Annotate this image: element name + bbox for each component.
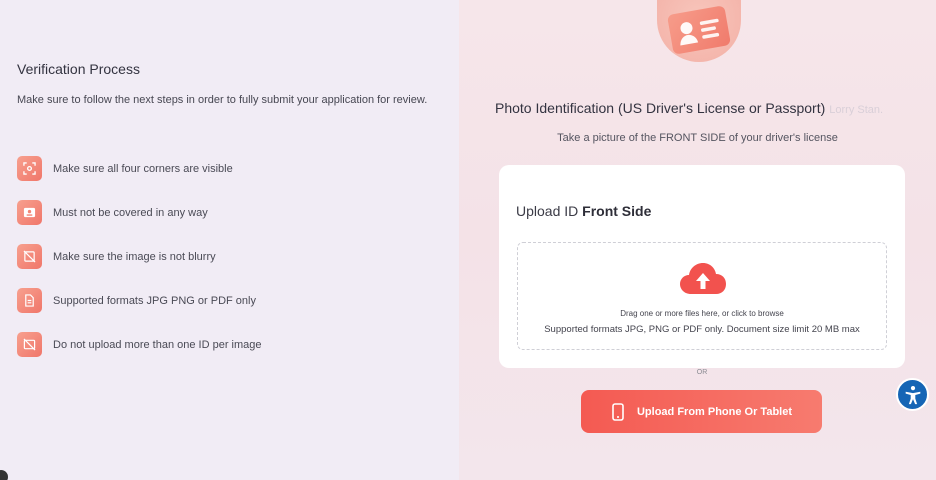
- accessibility-icon: [905, 385, 920, 404]
- phone-icon: [612, 402, 624, 421]
- upload-title-bold: Front Side: [582, 203, 652, 219]
- accessibility-button[interactable]: [896, 378, 929, 411]
- list-item: Make sure the image is not blurry: [17, 244, 262, 269]
- list-item: Supported formats JPG PNG or PDF only: [17, 288, 262, 313]
- step-label: Make sure all four corners are visible: [53, 162, 233, 175]
- dropzone-instruction: Drag one or more files here, or click to…: [620, 309, 784, 318]
- step-label: Supported formats JPG PNG or PDF only: [53, 294, 256, 307]
- file-icon: [17, 288, 42, 313]
- or-divider: OR: [696, 369, 708, 376]
- card-icon: [17, 200, 42, 225]
- step-label: Must not be covered in any way: [53, 206, 208, 219]
- step-label: Make sure the image is not blurry: [53, 250, 216, 263]
- photo-title-main: Photo Identification (US Driver's Licens…: [495, 100, 826, 116]
- upload-from-phone-label: Upload From Phone Or Tablet: [636, 405, 793, 418]
- step-label: Do not upload more than one ID per image: [53, 338, 262, 351]
- blur-icon: [17, 244, 42, 269]
- list-item: Must not be covered in any way: [17, 200, 262, 225]
- id-card-icon: [666, 5, 732, 55]
- verification-title: Verification Process: [17, 61, 140, 77]
- upload-card-title: Upload ID Front Side: [516, 203, 651, 219]
- list-item: Do not upload more than one ID per image: [17, 332, 262, 357]
- list-item: Make sure all four corners are visible: [17, 156, 262, 181]
- upload-from-phone-button[interactable]: Upload From Phone Or Tablet: [581, 390, 822, 433]
- file-dropzone[interactable]: Drag one or more files here, or click to…: [517, 242, 887, 350]
- verification-description: Make sure to follow the next steps in or…: [17, 94, 428, 106]
- upload-title-prefix: Upload ID: [516, 203, 579, 219]
- corners-icon: [17, 156, 42, 181]
- photo-identification-title: Photo Identification (US Driver's Licens…: [495, 100, 883, 116]
- steps-list: Make sure all four corners are visible M…: [17, 156, 262, 376]
- dropzone-formats: Supported formats JPG, PNG or PDF only. …: [544, 324, 860, 335]
- no-image-icon: [17, 332, 42, 357]
- front-side-hint: Take a picture of the FRONT SIDE of your…: [557, 132, 838, 144]
- cloud-upload-icon: [680, 263, 726, 294]
- photo-title-faded: Lorry Stan.: [829, 104, 884, 116]
- upload-card: Upload ID Front Side Drag one or more fi…: [499, 165, 905, 368]
